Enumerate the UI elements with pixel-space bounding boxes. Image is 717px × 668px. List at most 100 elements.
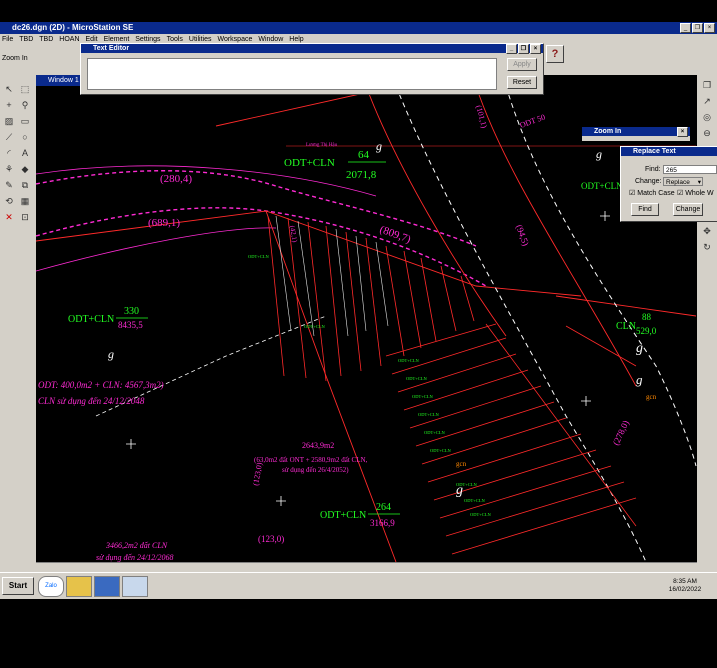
- cad-drawing: ODT+CLN 64 2071,8 Lương Thị Hậu g (280,4…: [35, 85, 697, 563]
- cell-icon[interactable]: ⚘: [3, 163, 15, 175]
- replace-text-title-text: Replace Text: [633, 148, 676, 155]
- menu-hoan[interactable]: HOAN: [59, 34, 79, 45]
- zoom-out-icon[interactable]: ⊖: [701, 127, 713, 139]
- change-label: Change:: [635, 178, 662, 185]
- status-command: Zoom In: [2, 55, 28, 62]
- task-microstation-icon[interactable]: [94, 576, 120, 597]
- text-editor-input[interactable]: [87, 58, 497, 90]
- help-button[interactable]: ?: [546, 45, 564, 63]
- strip-label: ODT+CLN: [470, 512, 492, 517]
- whole-word-checkbox[interactable]: ☑ Whole W: [677, 189, 714, 197]
- arc-icon[interactable]: ◜: [3, 147, 15, 159]
- strip-label: ODT+CLN: [248, 254, 270, 259]
- strip-label: ODT+CLN: [406, 376, 428, 381]
- zoom-in-title: Zoom In ×: [582, 127, 690, 137]
- delete-icon[interactable]: ✕: [3, 211, 15, 223]
- clock-date: 16/02/2022: [668, 586, 702, 593]
- find-input[interactable]: 265: [663, 165, 717, 174]
- text-editor-restore[interactable]: ❐: [518, 44, 529, 54]
- transform-icon[interactable]: ⊡: [19, 211, 31, 223]
- system-clock: 8:35 AM 16/02/2022: [655, 578, 715, 594]
- zoom-in-dialog: Zoom In ×: [582, 127, 690, 141]
- parcel-88-number: 88: [642, 312, 652, 322]
- modify-icon[interactable]: ✎: [3, 179, 15, 191]
- manipulate-icon[interactable]: ⟲: [3, 195, 15, 207]
- parcel-88-label: CLN: [616, 321, 636, 332]
- find-label: Find:: [645, 166, 661, 173]
- pan-icon[interactable]: ✥: [701, 225, 713, 237]
- road-length-280: (280,4): [160, 173, 192, 185]
- place-block-icon[interactable]: ▨: [3, 115, 15, 127]
- app-title-bar: dc26.dgn (2D) - MicroStation SE _ ❐ ×: [0, 22, 717, 34]
- fence-icon[interactable]: ⬚: [19, 83, 31, 95]
- view-restore-icon[interactable]: ❐: [701, 79, 713, 91]
- close-button[interactable]: ×: [704, 23, 715, 33]
- drawing-canvas[interactable]: ODT+CLN 64 2071,8 Lương Thị Hậu g (280,4…: [35, 85, 697, 563]
- strip-label: ODT+CLN: [412, 394, 434, 399]
- strip-label: ODT+CLN: [464, 498, 486, 503]
- start-button[interactable]: Start: [2, 577, 34, 595]
- zoom-in-title-text: Zoom In: [594, 128, 622, 135]
- rotate-view-icon[interactable]: ↻: [701, 241, 713, 253]
- change-button[interactable]: Change: [673, 203, 703, 216]
- g-mark-6: g: [596, 147, 602, 161]
- task-zalo[interactable]: Zalo: [38, 576, 64, 597]
- text-editor-dialog: Text Editor _ ❐ × Apply Reset: [80, 43, 544, 95]
- text-editor-minimize[interactable]: _: [506, 44, 517, 54]
- menu-tbd-1[interactable]: TBD: [19, 34, 33, 45]
- parcel-64-owner: Lương Thị Hậu: [306, 143, 338, 148]
- strip-label: ODT+CLN: [398, 358, 420, 363]
- task-document-icon[interactable]: [122, 576, 148, 597]
- point-icon[interactable]: +: [3, 99, 15, 111]
- road-length-101: (101,1): [474, 104, 489, 129]
- vertical-note: (123,0): [251, 461, 264, 486]
- zoom-in-close[interactable]: ×: [677, 127, 688, 137]
- menu-tbd-2[interactable]: TBD: [39, 34, 53, 45]
- text-editor-close[interactable]: ×: [530, 44, 541, 54]
- match-case-checkbox[interactable]: ☑ Match Case: [629, 189, 675, 197]
- parcel-64-area: 2071,8: [346, 169, 377, 181]
- road-length-94: (94,5): [514, 223, 531, 247]
- odt-50-label: ODT 50: [519, 112, 547, 129]
- road-length-809: (809,7): [378, 224, 413, 246]
- chevron-down-icon: ▾: [697, 179, 701, 186]
- road-length-42: (42,1): [288, 225, 299, 244]
- change-mode-select[interactable]: Replace ▾: [663, 177, 703, 186]
- copy-icon[interactable]: ⧉: [19, 179, 31, 191]
- whole-word-label: Whole W: [685, 190, 714, 197]
- parcel-88-area: 529,0: [636, 326, 657, 336]
- gcn-label-2: gcn: [456, 460, 467, 468]
- parcel-64-number: 64: [358, 149, 370, 161]
- menu-file[interactable]: File: [2, 34, 13, 45]
- g-mark-2: g: [108, 347, 114, 361]
- apply-button[interactable]: Apply: [507, 58, 537, 71]
- land-note-6: 3466,2m2 đất CLN: [105, 541, 168, 550]
- task-folder-icon[interactable]: [66, 576, 92, 597]
- odt-cln-label-right: ODT+CLN: [581, 181, 623, 191]
- restore-button[interactable]: ❐: [692, 23, 703, 33]
- line-icon[interactable]: ⟋: [3, 131, 15, 143]
- select-arrow-icon[interactable]: ↖: [3, 83, 15, 95]
- strip-label: ODT+CLN: [418, 412, 440, 417]
- parcel-264-label: ODT+CLN: [320, 510, 366, 521]
- rectangle-icon[interactable]: ▭: [19, 115, 31, 127]
- find-button[interactable]: Find: [631, 203, 659, 216]
- land-note-1: ODT: 400,0m2 + CLN: 4567,3m2): [38, 380, 164, 390]
- circle-icon[interactable]: ○: [19, 131, 31, 143]
- main-tool-palette: ↖ ⬚ + ⚲ ▨ ▭ ⟋ ○ ◜ A ⚘ ◆ ✎ ⧉ ⟲ ▦ ✕ ⊡: [0, 75, 36, 572]
- reset-button[interactable]: Reset: [507, 76, 537, 89]
- minimize-button[interactable]: _: [680, 23, 691, 33]
- dimension-icon[interactable]: ◆: [19, 163, 31, 175]
- text-icon[interactable]: A: [19, 147, 31, 159]
- strip-label: ODT+CLN: [424, 430, 446, 435]
- replace-text-dialog: Replace Text Find: 265 Change: Replace ▾…: [620, 146, 717, 222]
- g-mark-1: g: [376, 139, 382, 153]
- view-target-icon[interactable]: ◎: [701, 111, 713, 123]
- road-length-278: (278,0): [611, 419, 631, 447]
- parcel-330-number: 330: [124, 306, 139, 317]
- view-arrow-icon[interactable]: ↗: [701, 95, 713, 107]
- parcel-330-area: 8435,5: [118, 320, 143, 330]
- group-icon[interactable]: ▦: [19, 195, 31, 207]
- road-length-689: (689,1): [148, 217, 180, 229]
- measure-icon[interactable]: ⚲: [19, 99, 31, 111]
